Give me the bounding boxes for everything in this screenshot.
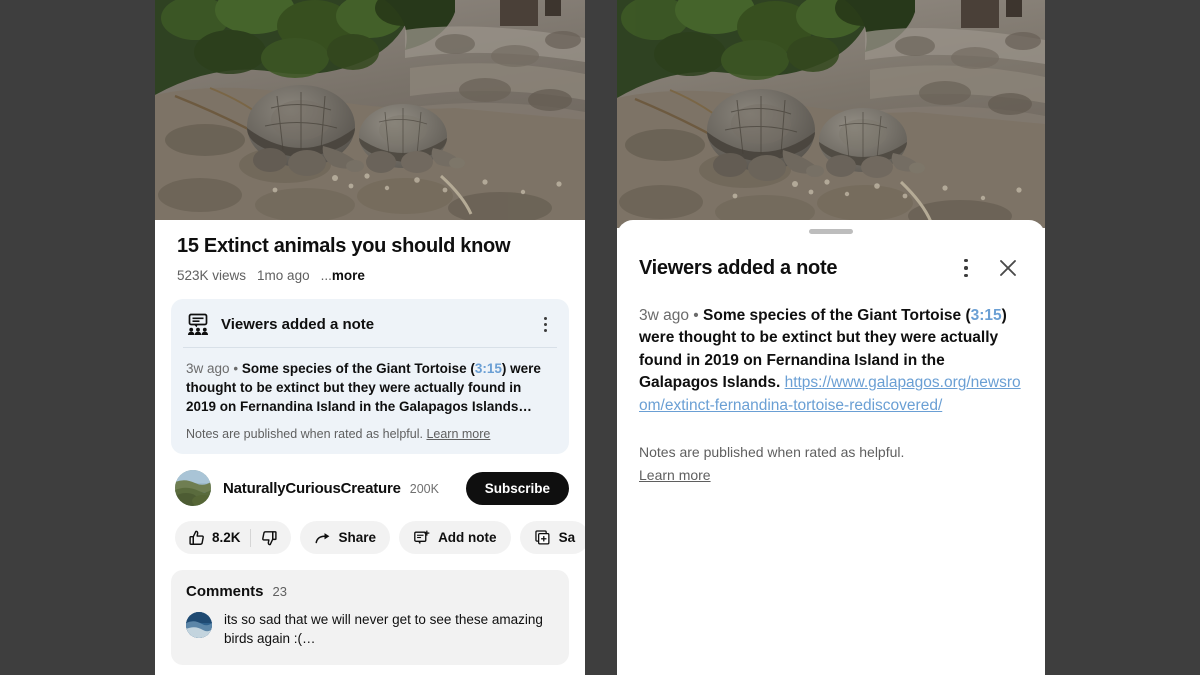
subscribe-button[interactable]: Subscribe (465, 471, 569, 505)
video-thumbnail-left[interactable] (155, 0, 585, 220)
thumbs-down-icon[interactable] (260, 529, 278, 547)
add-note-icon (413, 529, 431, 547)
right-phone-panel: Viewers added a note 3w ago • Some speci… (617, 0, 1045, 675)
close-icon[interactable] (993, 253, 1023, 283)
sheet-note-separator: • (693, 307, 699, 324)
more-options-icon[interactable] (953, 255, 979, 281)
video-metadata: 15 Extinct animals you should know 523K … (155, 220, 585, 283)
share-arrow-icon (314, 529, 332, 547)
viewers-note-bottom-sheet: Viewers added a note 3w ago • Some speci… (617, 220, 1045, 675)
sheet-footer-text: Notes are published when rated as helpfu… (639, 444, 905, 461)
channel-name: NaturallyCuriousCreature (223, 479, 401, 497)
note-body-before: Some species of the Giant Tortoise ( (241, 361, 475, 376)
note-card-header: Viewers added a note (186, 312, 554, 347)
save-label: Sa (558, 530, 576, 546)
sheet-header: Viewers added a note (639, 253, 1023, 283)
more-options-icon[interactable] (536, 314, 554, 334)
viewers-note-icon (186, 312, 210, 336)
thumbs-up-icon[interactable] (188, 529, 206, 547)
sheet-note-timestamp: 3w ago (639, 307, 689, 324)
comments-title: Comments (186, 583, 264, 601)
share-button[interactable]: Share (299, 521, 391, 555)
tortoise-photo-right (617, 0, 1045, 228)
add-note-label: Add note (438, 530, 497, 546)
sheet-video-timestamp-link[interactable]: 3:15 (971, 307, 1002, 324)
commenter-avatar-image (186, 612, 212, 639)
like-dislike-divider (249, 528, 251, 547)
channel-info[interactable]: NaturallyCuriousCreature 200K (223, 480, 454, 497)
note-footer-text: Notes are published when rated as helpfu… (186, 427, 423, 442)
video-substats: 523K views 1mo ago ...more (177, 268, 563, 283)
note-video-timestamp-link[interactable]: 3:15 (475, 361, 502, 376)
sheet-learn-more-link[interactable]: Learn more (639, 464, 711, 486)
channel-avatar-image (175, 470, 211, 507)
comments-count: 23 (272, 584, 287, 600)
sheet-note-body: 3w ago • Some species of the Giant Torto… (639, 305, 1023, 417)
sheet-title: Viewers added a note (639, 256, 838, 279)
comments-section[interactable]: Comments 23 its so sad that we will neve… (171, 570, 569, 666)
show-more-button[interactable]: ...more (321, 268, 365, 283)
save-plus-icon (534, 529, 552, 547)
video-title: 15 Extinct animals you should know (177, 235, 511, 257)
upload-age: 1mo ago (257, 268, 310, 283)
sheet-body-before: Some species of the Giant Tortoise ( (703, 307, 971, 324)
note-card-footer: Notes are published when rated as helpfu… (186, 427, 554, 441)
comment-text: its so sad that we will never get to see… (224, 612, 543, 647)
viewers-note-card[interactable]: Viewers added a note 3w ago • Some speci… (171, 299, 569, 455)
note-learn-more-link[interactable]: Learn more (426, 427, 490, 441)
add-note-button[interactable]: Add note (399, 521, 511, 555)
note-timestamp: 3w ago (186, 361, 230, 376)
left-phone-panel: 15 Extinct animals you should know 523K … (155, 0, 585, 675)
channel-row: NaturallyCuriousCreature 200K Subscribe (155, 454, 585, 507)
share-label: Share (338, 530, 377, 546)
video-thumbnail-right[interactable] (617, 0, 1045, 228)
channel-avatar[interactable] (175, 470, 211, 507)
video-action-row: 8.2K Share Add note Sa (155, 506, 585, 555)
list-item[interactable]: its so sad that we will never get to see… (186, 611, 554, 649)
like-dislike-group[interactable]: 8.2K (175, 521, 291, 555)
channel-subscriber-count: 200K (409, 481, 439, 496)
sheet-footer: Notes are published when rated as helpfu… (639, 441, 1023, 486)
tortoise-photo-left (155, 0, 585, 220)
save-button[interactable]: Sa (519, 521, 585, 555)
like-count: 8.2K (212, 530, 241, 546)
view-count: 523K views (177, 268, 247, 283)
drag-handle[interactable] (809, 229, 853, 234)
note-card-body: 3w ago • Some species of the Giant Torto… (186, 359, 554, 416)
commenter-avatar (186, 612, 212, 639)
comments-header: Comments 23 (186, 583, 554, 600)
note-card-divider (183, 347, 557, 348)
note-card-title: Viewers added a note (221, 315, 375, 333)
